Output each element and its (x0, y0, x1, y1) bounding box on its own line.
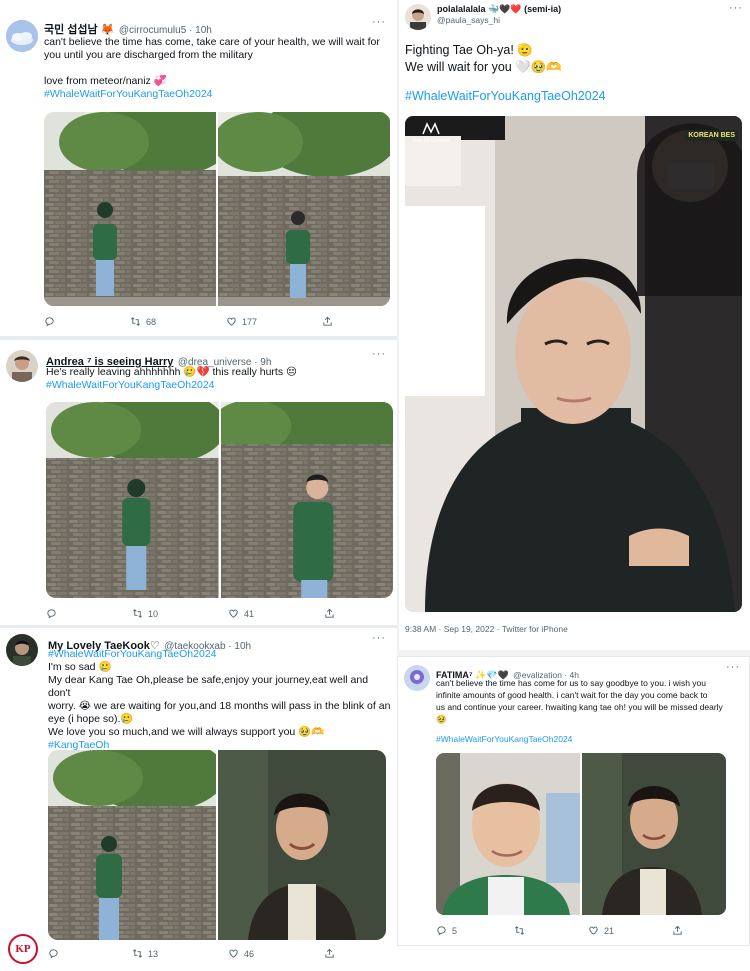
timestamp[interactable]: 9:38 AM · Sep 19, 2022 · Twitter for iPh… (405, 624, 568, 634)
tweet-card[interactable]: My Lovely TaeKook♡ @taekookxab · 10h ···… (0, 628, 397, 971)
tweet-card[interactable]: FATIMA⁷ ✨💎🖤 @evalization · 4h ··· can't … (397, 656, 750, 946)
tweet-text: We will wait for you 🤍🥹🫶 (405, 60, 562, 74)
like-button[interactable]: 46 (228, 948, 324, 959)
display-name[interactable]: 국민 섭섭남 🦊 (44, 24, 114, 36)
photo[interactable] (220, 402, 393, 598)
reply-button[interactable] (48, 948, 132, 959)
more-options-icon[interactable]: ··· (726, 661, 740, 673)
watermark: Man Of Creation (411, 122, 451, 144)
avatar[interactable] (404, 665, 430, 691)
reply-button[interactable] (46, 608, 132, 619)
media-grid[interactable] (48, 750, 386, 940)
photo[interactable] (582, 753, 726, 915)
reply-count: 5 (452, 925, 458, 936)
tweet-text: infinite amounts of good health. i can't… (436, 690, 708, 700)
like-button[interactable]: 177 (226, 316, 322, 327)
media-grid[interactable]: KOREAN BES Man Of Creation (405, 116, 742, 612)
tweet-text: We love you so much,and we will always s… (48, 726, 325, 738)
retweet-button[interactable] (514, 925, 588, 936)
tweet-text: love from meteor/naniz 💞 (44, 75, 167, 87)
like-count: 177 (242, 316, 258, 327)
like-button[interactable]: 41 (228, 608, 324, 619)
like-button[interactable]: 21 (588, 925, 672, 936)
photo[interactable] (48, 750, 216, 940)
tweet-text: eye (i hope so).🥲 (48, 713, 134, 725)
share-button[interactable] (324, 608, 335, 619)
tweet-card[interactable]: Andrea ⁷ is seeing Harry @drea_universe … (0, 340, 397, 625)
hashtag-link[interactable]: #WhaleWaitForYouKangTaeOh2024 (436, 733, 741, 745)
retweet-button[interactable]: 68 (130, 316, 226, 327)
share-button[interactable] (324, 948, 335, 959)
reply-button[interactable] (44, 316, 130, 327)
watermark-logo-icon (422, 122, 440, 135)
avatar[interactable] (6, 20, 38, 52)
hashtag-link[interactable]: #WhaleWaitForYouKangTaeOh2024 (44, 88, 389, 101)
photo[interactable] (218, 112, 390, 306)
hashtag-link[interactable]: #WhaleWaitForYouKangTaeOh2024 (46, 379, 391, 392)
tweet-text: us and continue your career. hwaiting ka… (436, 702, 723, 712)
photo[interactable]: KOREAN BES Man Of Creation (405, 116, 742, 612)
tweet-text: worry. 😭 we are waiting for you,and 18 m… (48, 700, 391, 712)
tweet-text: I'm so sad 🥲 (48, 661, 112, 673)
tweet-card[interactable]: polalalalala 🐳🖤❤️ (semi-ia) @paula_says_… (397, 0, 750, 650)
tweet-text: you until you are discharged from the mi… (44, 49, 253, 61)
avatar[interactable] (6, 350, 38, 382)
retweet-button[interactable]: 13 (132, 948, 228, 959)
photo[interactable] (44, 112, 216, 306)
display-name[interactable]: polalalalala 🐳🖤❤️ (semi-ia) (437, 4, 561, 15)
photo[interactable] (436, 753, 580, 915)
more-options-icon[interactable]: ··· (372, 348, 386, 360)
channel-badge: KOREAN BES (685, 130, 738, 141)
hashtag-link[interactable]: #WhaleWaitForYouKangTaeOh2024 (405, 88, 745, 105)
like-count: 46 (244, 948, 255, 959)
tweet-text: Fighting Tae Oh-ya! 🫡 (405, 43, 533, 57)
retweet-count: 10 (148, 608, 159, 619)
retweet-count: 13 (148, 948, 159, 959)
tweet-card[interactable]: 국민 섭섭남 🦊 @cirrocumulu5 · 10h ··· can't b… (0, 0, 397, 336)
share-button[interactable] (672, 925, 683, 936)
more-options-icon[interactable]: ··· (372, 16, 386, 28)
reply-button[interactable]: 5 (436, 925, 514, 936)
photo[interactable] (218, 750, 386, 940)
photo[interactable] (46, 402, 219, 598)
avatar[interactable] (405, 4, 431, 30)
tweet-text: can't believe the time has come for us t… (436, 678, 706, 688)
media-grid[interactable] (436, 753, 726, 915)
tweet-text: My dear Kang Tae Oh,please be safe,enjoy… (48, 674, 369, 699)
like-count: 41 (244, 608, 255, 619)
share-button[interactable] (322, 316, 333, 327)
tweet-text: He's really leaving ahhhhhhh 🥲💔 this rea… (46, 366, 297, 378)
handle[interactable]: @paula_says_hi (437, 15, 561, 25)
tweet-text: can't believe the time has come, take ca… (44, 36, 380, 48)
more-options-icon[interactable]: ··· (729, 2, 743, 14)
site-logo[interactable]: KP (8, 934, 38, 964)
avatar[interactable] (6, 634, 38, 666)
media-grid[interactable] (46, 402, 393, 598)
retweet-button[interactable]: 10 (132, 608, 228, 619)
like-count: 21 (604, 925, 615, 936)
media-grid[interactable] (44, 112, 390, 306)
handle[interactable]: @cirrocumulu5 · 10h (119, 25, 212, 36)
more-options-icon[interactable]: ··· (372, 632, 386, 644)
retweet-count: 68 (146, 316, 157, 327)
hashtag-link[interactable]: #WhaleWaitForYouKangTaeOh2024 (48, 648, 393, 661)
tweet-text: 🥹 (436, 714, 447, 724)
